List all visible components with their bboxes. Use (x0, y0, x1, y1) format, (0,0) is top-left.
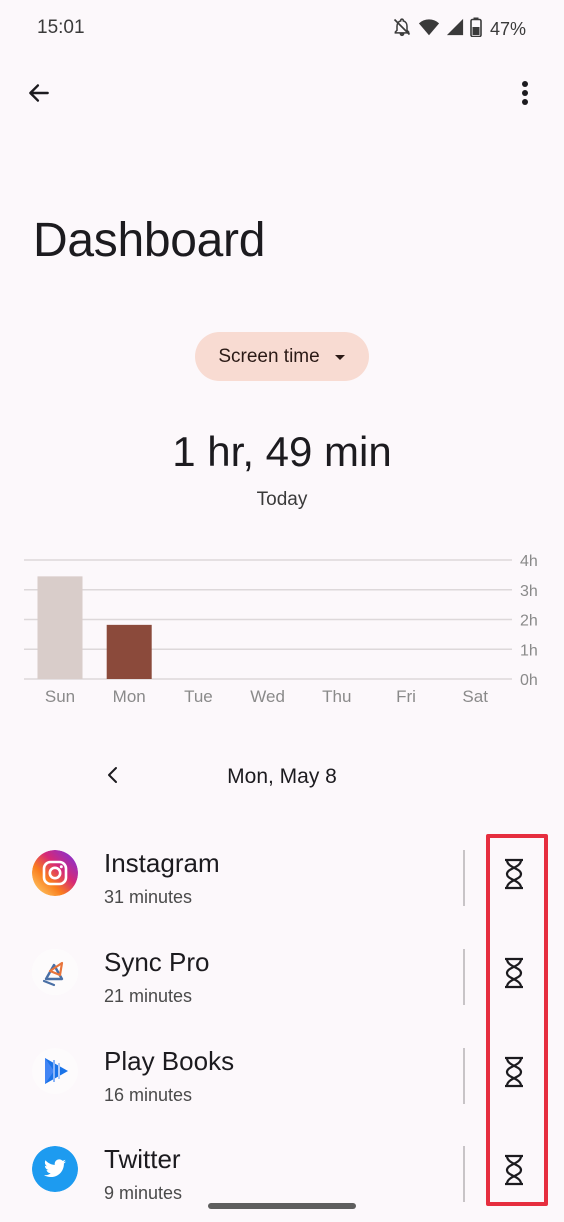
metric-selector-dropdown[interactable]: Screen time (195, 332, 369, 381)
play-books-icon (32, 1048, 78, 1094)
app-row-instagram[interactable]: Instagram 31 minutes (0, 832, 564, 930)
more-options-button[interactable] (506, 76, 544, 114)
total-screen-time: 1 hr, 49 min (172, 428, 392, 475)
chart-bar-mon (106, 624, 152, 679)
digital-wellbeing-screen: 15:01 47% Dashboard Screen time 1 hr, 49… (0, 0, 564, 1222)
app-name: Instagram (104, 848, 220, 878)
weekly-usage-chart: 0h 1h 2h 3h 4h Sun Mon Tue Wed Thu Fri Sat (24, 553, 538, 706)
summary-day-label: Today (256, 489, 308, 510)
wifi-icon (418, 17, 440, 42)
app-row-sync-pro[interactable]: Sync Pro 21 minutes (0, 931, 564, 1029)
selected-day-label: Mon, May 8 (227, 765, 337, 788)
chart-x-tick-label: Sun (45, 687, 75, 706)
page-title: Dashboard (33, 214, 266, 267)
row-divider (463, 1048, 465, 1104)
chart-x-tick-label: Mon (113, 687, 146, 706)
more-vert-icon (521, 80, 529, 111)
sync-pro-icon (32, 949, 78, 995)
status-time: 15:01 (37, 17, 85, 38)
app-usage-time: 21 minutes (104, 986, 193, 1006)
chart-x-tick-label: Fri (396, 687, 416, 706)
arrow-left-icon (26, 80, 52, 111)
chart-y-tick-label: 1h (520, 642, 538, 659)
battery-percentage: 47% (489, 19, 526, 39)
app-name: Play Books (104, 1046, 235, 1076)
signal-icon (446, 17, 464, 42)
battery-icon (470, 17, 482, 42)
chart-y-tick-label: 3h (520, 583, 538, 600)
bell-off-icon (392, 17, 412, 42)
chart-y-tick-label: 4h (520, 553, 538, 570)
chart-x-tick-label: Wed (250, 687, 285, 706)
app-usage-time: 16 minutes (104, 1085, 193, 1105)
app-name: Twitter (104, 1144, 181, 1174)
chart-x-tick-label: Sat (462, 687, 488, 706)
row-divider (463, 949, 465, 1005)
chart-y-tick-label: 0h (520, 672, 538, 689)
app-row-play-books[interactable]: Play Books 16 minutes (0, 1030, 564, 1128)
dropdown-arrow-icon (334, 346, 346, 368)
app-usage-time: 9 minutes (104, 1183, 183, 1203)
status-icons: 47% (392, 17, 526, 42)
chart-y-tick-label: 2h (520, 613, 538, 630)
app-name: Sync Pro (104, 947, 210, 977)
status-bar: 15:01 47% (0, 0, 564, 56)
chart-x-tick-label: Tue (184, 687, 213, 706)
timer-buttons-highlight (486, 834, 548, 1206)
gesture-nav-handle[interactable] (208, 1203, 356, 1209)
metric-selector-label: Screen time (218, 345, 320, 367)
back-button[interactable] (20, 76, 58, 114)
twitter-icon (32, 1146, 78, 1192)
chart-bar-sun (37, 576, 83, 679)
app-usage-time: 31 minutes (104, 887, 193, 907)
instagram-icon (32, 850, 78, 896)
chart-x-tick-label: Thu (322, 687, 351, 706)
row-divider (463, 850, 465, 906)
row-divider (463, 1146, 465, 1202)
